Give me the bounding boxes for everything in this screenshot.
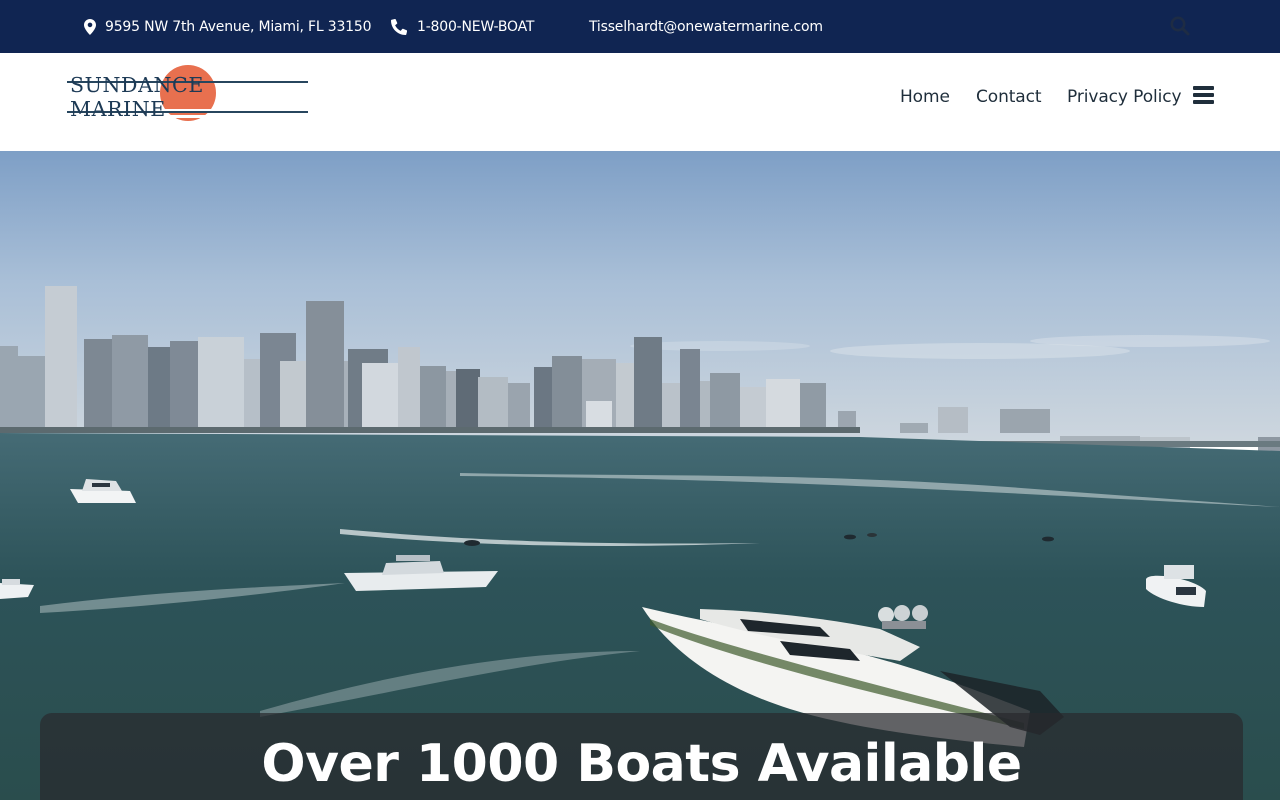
hero-title: Over 1000 Boats Available <box>261 734 1022 794</box>
phone-icon <box>391 18 407 35</box>
email-text[interactable]: Tisselhardt@onewatermarine.com <box>589 19 823 35</box>
hero-skyline-photo <box>0 151 1280 800</box>
nav-item-privacy-policy[interactable]: Privacy Policy <box>1067 53 1182 141</box>
hero-banner: Over 1000 Boats Available <box>0 151 1280 800</box>
nav-contact-link[interactable]: Contact <box>976 87 1042 107</box>
address-text: 9595 NW 7th Avenue, Miami, FL 33150 <box>105 18 372 35</box>
email-item[interactable]: Tisselhardt@onewatermarine.com <box>589 0 823 53</box>
phone-item[interactable]: 1-800-NEW-BOAT <box>391 0 534 53</box>
nav-item-home[interactable]: Home <box>900 53 950 141</box>
map-marker-icon <box>84 18 96 35</box>
search-icon[interactable] <box>1169 15 1191 37</box>
top-contact-bar: 9595 NW 7th Avenue, Miami, FL 33150 1-80… <box>0 0 1280 53</box>
logo-wordmark: SUNDANCE MARINE <box>70 73 204 121</box>
address-item: 9595 NW 7th Avenue, Miami, FL 33150 <box>84 0 371 53</box>
site-header: SUNDANCE MARINE Home Contact Privacy Pol… <box>0 53 1280 151</box>
nav-home-link[interactable]: Home <box>900 87 950 107</box>
phone-text[interactable]: 1-800-NEW-BOAT <box>417 19 534 35</box>
hamburger-menu-icon[interactable] <box>1193 86 1214 104</box>
sundance-marine-logo[interactable]: SUNDANCE MARINE <box>67 64 309 130</box>
nav-privacy-policy-link[interactable]: Privacy Policy <box>1067 87 1182 107</box>
nav-item-contact[interactable]: Contact <box>976 53 1042 141</box>
